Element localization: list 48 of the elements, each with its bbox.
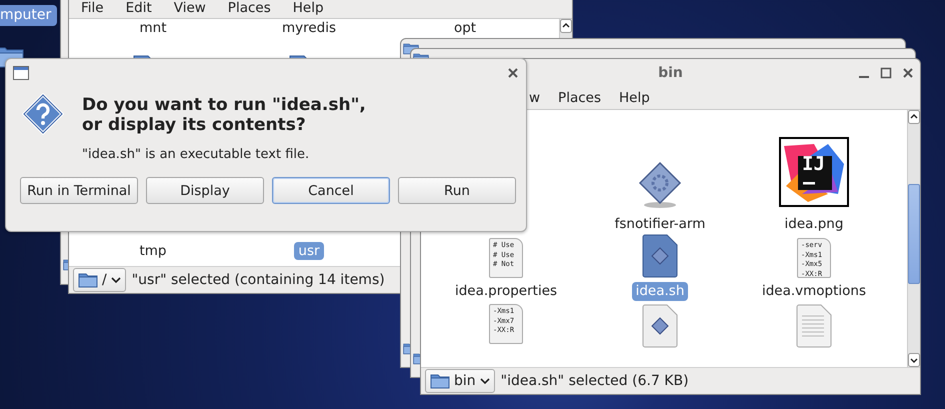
script-file-icon[interactable] — [642, 304, 678, 348]
location-label: / — [102, 272, 107, 288]
question-icon — [22, 93, 64, 135]
scroll-thumb[interactable] — [908, 184, 920, 284]
close-icon[interactable] — [507, 67, 519, 79]
location-label: bin — [454, 373, 476, 389]
file-label[interactable]: idea.vmoptions — [758, 282, 870, 301]
window-icon — [13, 66, 29, 80]
folder-icon — [430, 373, 450, 389]
window-title: bin — [658, 65, 683, 81]
dialog-message: "idea.sh" is an executable text file. — [82, 147, 310, 162]
logo-text: IJ — [802, 153, 825, 175]
file-label[interactable]: myredis — [278, 19, 340, 38]
file-label[interactable]: mnt — [136, 19, 170, 38]
dialog-button[interactable]: Run in Terminal — [20, 177, 138, 204]
chevron-up-icon[interactable] — [560, 19, 572, 33]
menu-item[interactable]: Help — [292, 0, 324, 17]
dialog-button[interactable]: Display — [146, 177, 264, 204]
image-thumbnail[interactable]: IJ — [779, 137, 849, 207]
file-label[interactable]: opt — [450, 19, 480, 38]
file-label[interactable]: tmp — [135, 242, 170, 260]
location-dropdown[interactable]: bin — [425, 369, 495, 393]
menu-item[interactable]: Places — [228, 0, 271, 17]
gear-diamond-icon[interactable] — [638, 161, 682, 209]
chevron-down-icon — [110, 276, 121, 284]
chevron-down-icon — [480, 378, 490, 384]
menu-item[interactable]: Edit — [126, 0, 152, 17]
scrollbar[interactable] — [907, 110, 920, 367]
menu-item[interactable]: View — [174, 0, 206, 17]
dialog-heading: Do you want to run "idea.sh", or display its contents? — [82, 95, 366, 135]
menu-item[interactable]: w — [529, 89, 540, 107]
chevron-up-icon[interactable] — [908, 110, 920, 124]
menu-item[interactable]: File — [81, 0, 104, 17]
folder-icon — [78, 272, 98, 288]
dialog-button[interactable]: Cancel — [272, 177, 390, 204]
script-file-icon[interactable] — [642, 234, 678, 278]
status-text: "usr" selected (containing 14 items) — [132, 272, 385, 288]
file-label[interactable]: idea.png — [780, 215, 848, 234]
chevron-down-icon[interactable] — [908, 353, 920, 367]
status-text: "idea.sh" selected (6.7 KB) — [500, 373, 689, 389]
location-dropdown[interactable]: / — [73, 268, 126, 292]
file-label[interactable]: idea.properties — [450, 282, 562, 301]
dialog-button[interactable]: Run — [398, 177, 516, 204]
menu-item[interactable]: Help — [618, 89, 650, 107]
maximize-icon[interactable] — [880, 67, 892, 79]
close-icon[interactable] — [902, 67, 914, 79]
menu-item[interactable]: Places — [558, 89, 601, 107]
file-label[interactable]: fsnotifier-arm — [610, 215, 710, 234]
